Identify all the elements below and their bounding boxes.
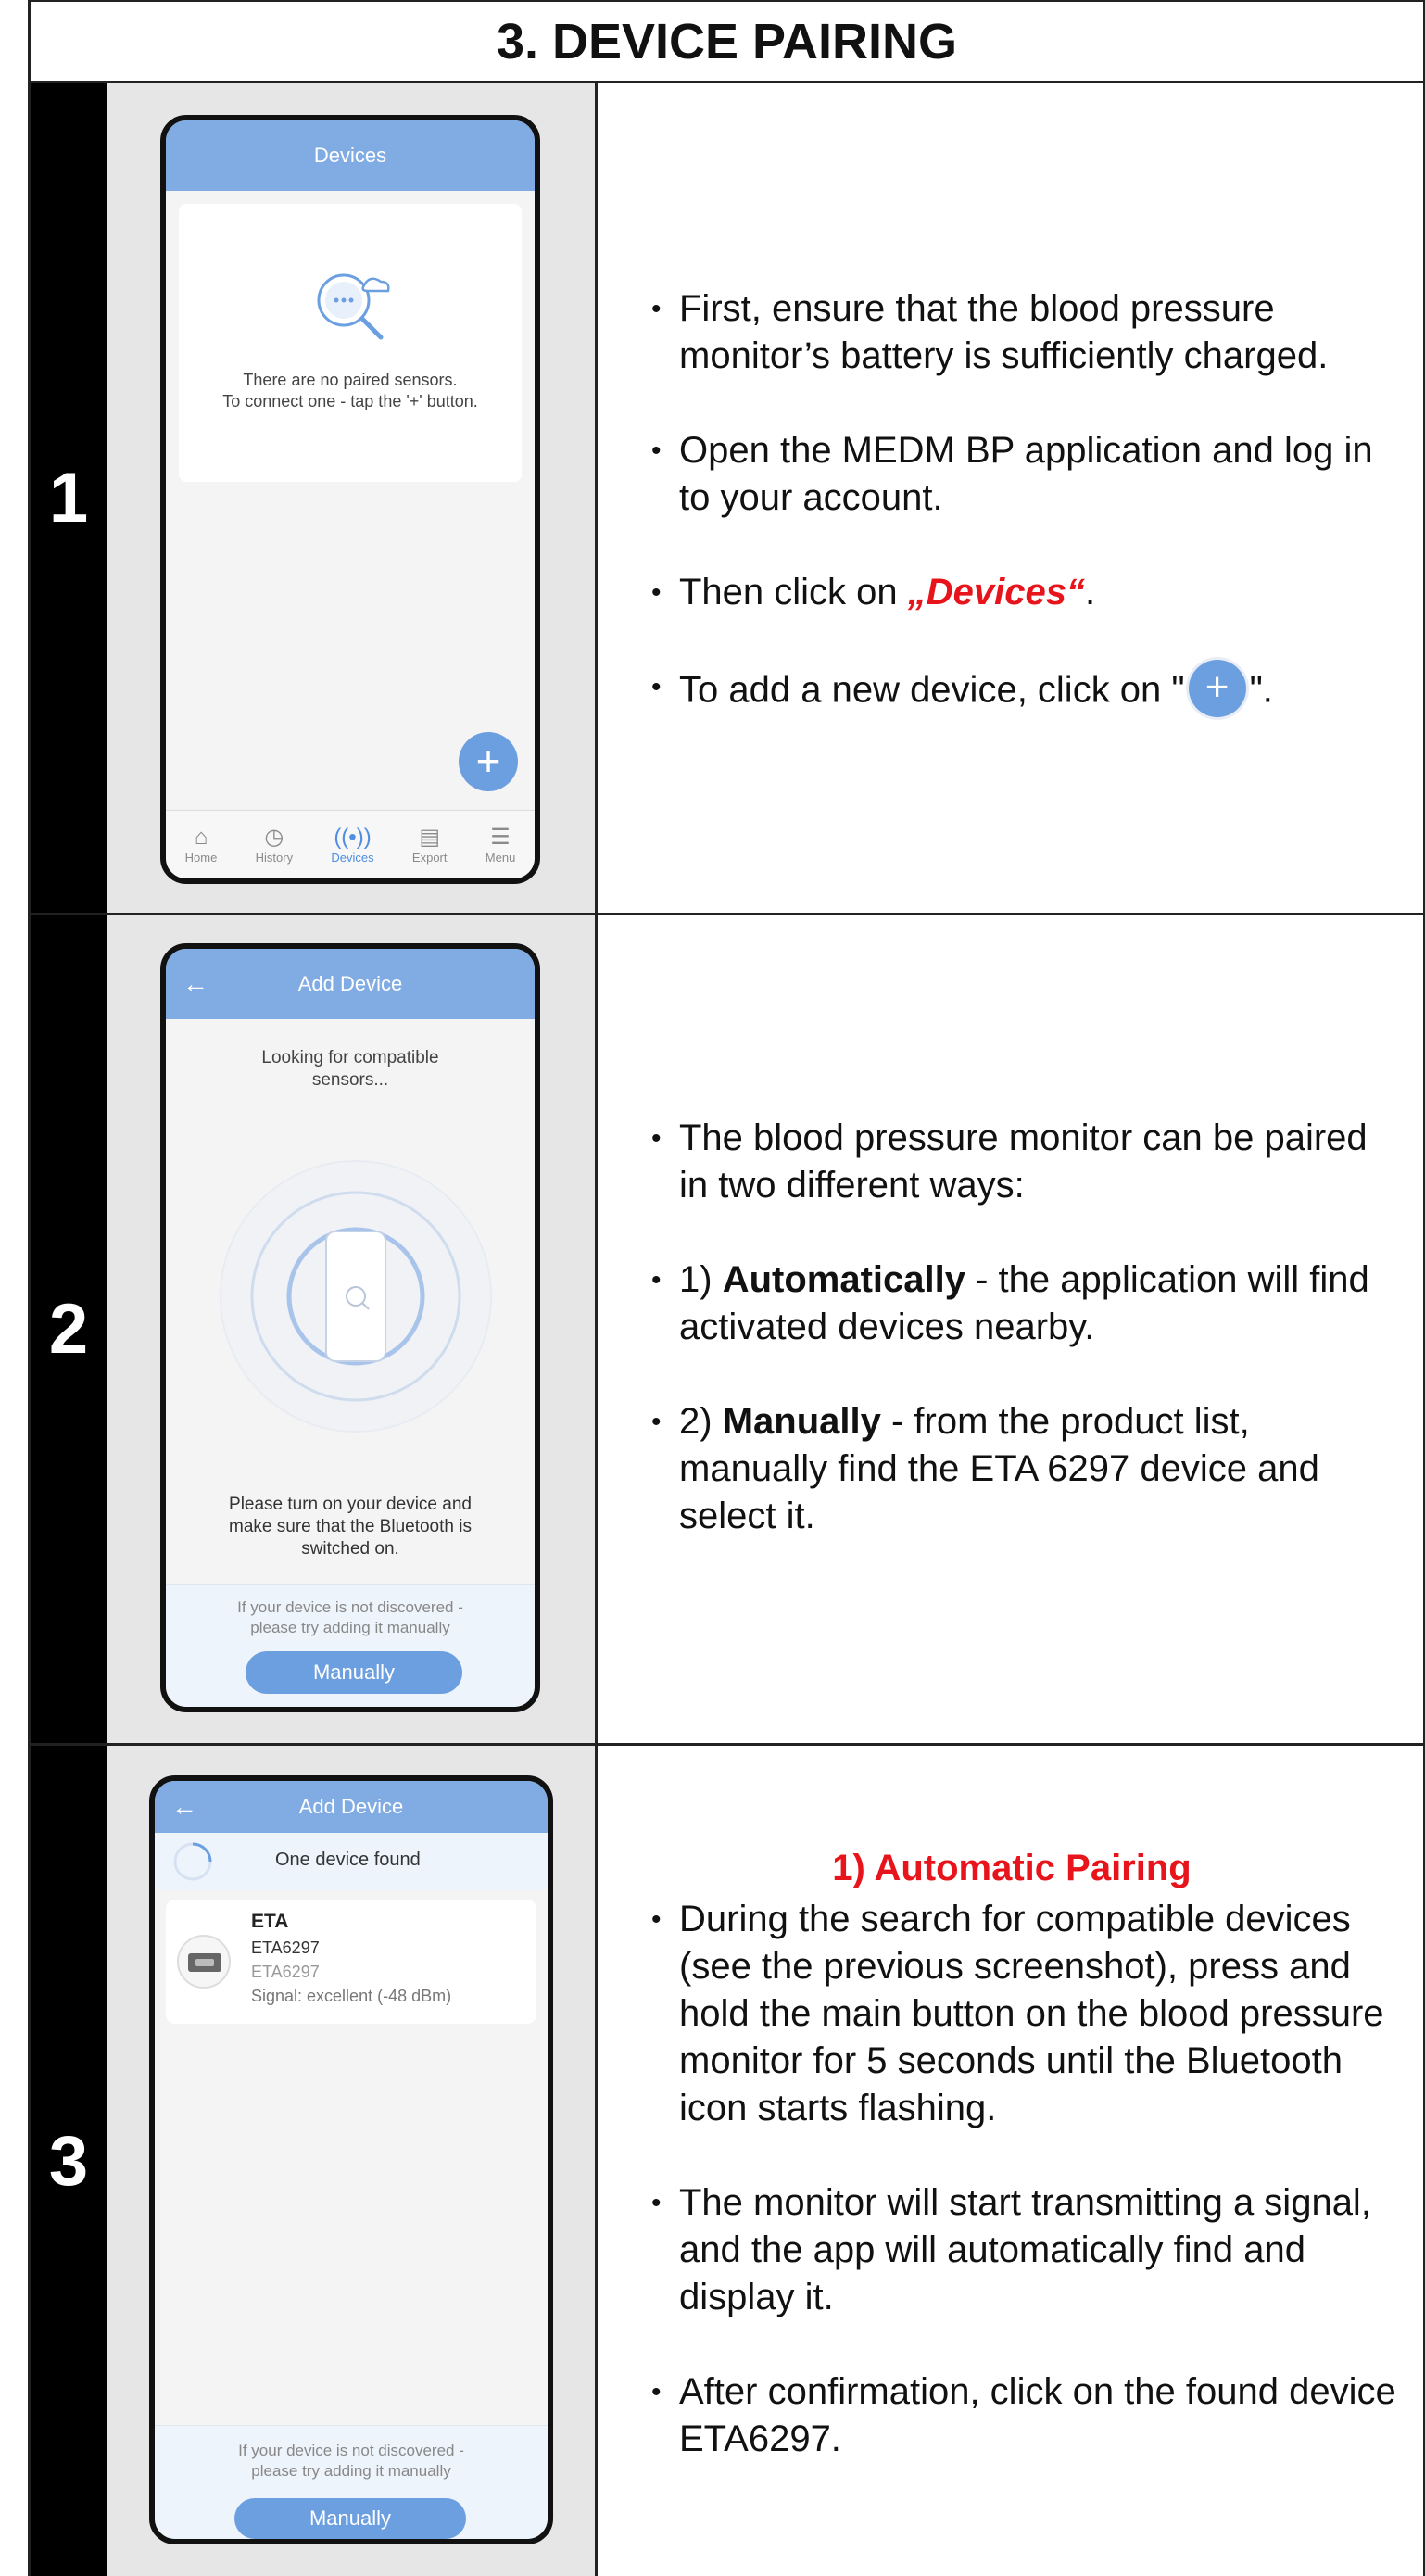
step-number: 2 [48,1290,89,1369]
search-sensor-icon [317,273,390,340]
devices-emphasis: „Devices“ [907,572,1086,612]
nav-label: Menu [485,851,516,865]
instructions-cell: The blood pressure monitor can be paired… [600,915,1425,1743]
not-discovered-hint: If your device is not discovered - pleas… [238,2442,464,2480]
scanning-phone-icon [220,1160,492,1433]
found-text: One device found [275,1850,421,1870]
plus-icon: + [1188,660,1246,717]
phone-screenshot: Devices There are no paired sensors. To … [160,115,540,884]
instruction-item: 2) Manually - from the product list, man… [651,1398,1405,1540]
found-bar: One device found [155,1833,548,1890]
step-row-2: 2 ← Add Device Looking for compatible se… [31,915,1425,1746]
instruction-item: To add a new device, click on "+". [651,660,1405,721]
bluetooth-instruction: Please turn on your device and make sure… [229,1495,472,1559]
text: Then click on [679,572,908,612]
manual-page: 3. DEVICE PAIRING 1 Devices There are no… [28,0,1425,2576]
instruction-list: First, ensure that the blood pressure mo… [651,285,1405,721]
text: To add a new device, click on " [679,669,1185,711]
automatic-label: Automatically [722,1259,965,1300]
manual-panel: If your device is not discovered - pleas… [166,1584,535,1707]
device-card[interactable]: ETA ETA6297 ETA6297 Signal: excellent (-… [166,1900,536,2024]
nav-history[interactable]: ◷ History [256,825,293,865]
instruction-item: Then click on „Devices“. [651,569,1405,616]
nav-label: Home [184,851,218,865]
step-number-cell: 2 [31,915,107,1743]
header-title: Add Device [297,972,403,995]
screenshot-cell: ← Add Device One device found ETA ETA629… [107,1746,598,2576]
manually-button[interactable]: Manually [234,2498,466,2539]
looking-text: Looking for compatible sensors... [261,1048,439,1090]
empty-message-line2: To connect one - tap the '+' button. [222,392,478,410]
instruction-list: The blood pressure monitor can be paired… [651,1115,1405,1540]
device-signal: Signal: excellent (-48 dBm) [251,1987,452,2005]
device-name: ETA [251,1911,289,1932]
add-device-button[interactable]: + [459,732,518,791]
step-number: 1 [48,459,89,537]
instruction-item: The monitor will start transmitting a si… [651,2179,1405,2321]
empty-message-line1: There are no paired sensors. [243,371,458,389]
app-header: ← Add Device [166,949,535,1019]
screenshot-cell: ← Add Device Looking for compatible sens… [107,915,598,1743]
instruction-item: After confirmation, click on the found d… [651,2368,1405,2463]
history-icon: ◷ [264,825,284,850]
back-arrow-icon[interactable]: ← [171,1792,197,1822]
not-discovered-hint: If your device is not discovered - pleas… [237,1598,463,1636]
nav-label: Export [411,851,448,865]
text: 2) [679,1401,723,1442]
device-id: ETA6297 [251,1963,320,1981]
instruction-item: 1) Automatically - the application will … [651,1256,1405,1351]
step-row-3: 3 ← Add Device One device found ETA ETA6… [31,1746,1425,2576]
bottom-nav: ⌂ Home ◷ History ((•)) Devices ▤ Export [166,810,535,878]
app-header: ← Add Device [155,1781,548,1833]
text: 1) [679,1259,723,1300]
section-title-bar: 3. DEVICE PAIRING [31,0,1425,83]
text: . [1085,572,1096,612]
nav-home[interactable]: ⌂ Home [185,825,218,865]
device-model: ETA6297 [251,1938,320,1957]
devices-icon: ((•)) [334,825,372,850]
step-number: 3 [48,2121,89,2201]
text: ". [1249,669,1273,711]
export-icon: ▤ [419,825,441,850]
instruction-item: During the search for compatible devices… [651,1896,1405,2132]
instruction-list: During the search for compatible devices… [651,1896,1405,2463]
manual-panel: If your device is not discovered - pleas… [155,2425,548,2539]
phone-screenshot: ← Add Device One device found ETA ETA629… [149,1775,553,2544]
home-icon: ⌂ [194,825,208,850]
manually-button[interactable]: Manually [246,1651,462,1694]
header-title: Add Device [298,1795,404,1818]
step-number-cell: 1 [31,83,107,913]
manual-label: Manually [722,1401,881,1442]
phone-screenshot: ← Add Device Looking for compatible sens… [160,943,540,1712]
nav-label: History [255,851,294,865]
step-row-1: 1 Devices There are no paired sensors. T… [31,83,1425,915]
step-number-cell: 3 [31,1746,107,2576]
back-arrow-icon[interactable]: ← [183,969,208,999]
app-header: Devices [166,120,535,191]
instruction-item: First, ensure that the blood pressure mo… [651,285,1405,380]
instruction-item: The blood pressure monitor can be paired… [651,1115,1405,1209]
nav-export[interactable]: ▤ Export [412,825,448,865]
instructions-cell: 1) Automatic Pairing During the search f… [600,1746,1425,2576]
menu-icon: ☰ [490,825,511,850]
section-title: 3. DEVICE PAIRING [496,13,958,69]
header-title: Devices [313,144,387,167]
instructions-cell: First, ensure that the blood pressure mo… [600,83,1425,913]
nav-label: Devices [331,851,374,865]
screenshot-cell: Devices There are no paired sensors. To … [107,83,598,913]
automatic-pairing-heading: 1) Automatic Pairing [832,1848,1192,1888]
nav-menu[interactable]: ☰ Menu [486,825,516,865]
loading-spinner-icon [173,1842,212,1881]
empty-state-card: There are no paired sensors. To connect … [179,204,522,482]
nav-devices[interactable]: ((•)) Devices [331,825,373,865]
device-thumbnail-icon [177,1935,231,1989]
instruction-item: Open the MEDM BP application and log in … [651,427,1405,522]
